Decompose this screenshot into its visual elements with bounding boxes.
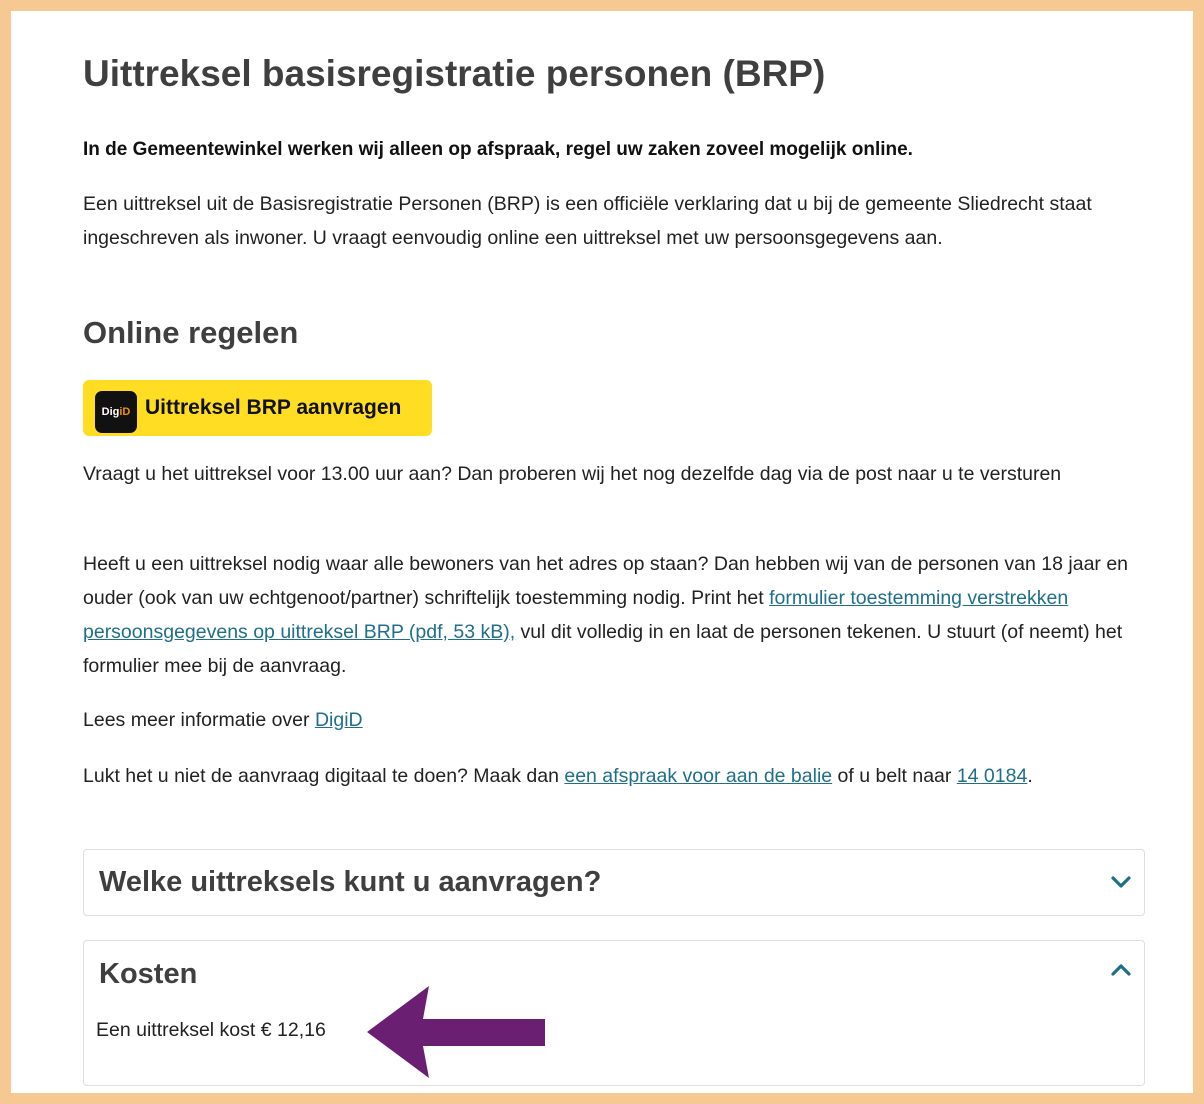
phone-link[interactable]: 14 0184 (957, 765, 1028, 787)
request-brp-button[interactable]: Dig iD Uittreksel BRP aanvragen (83, 380, 432, 436)
accordion-costs[interactable]: Kosten Een uittreksel kost € 12,16 (83, 940, 1145, 1086)
request-brp-button-label: Uittreksel BRP aanvragen (145, 396, 402, 419)
same-day-paragraph: Vraagt u het uittreksel voor 13.00 uur a… (83, 463, 1062, 485)
appointment-link[interactable]: een afspraak voor aan de balie (564, 765, 832, 787)
intro-paragraph: Een uittreksel uit de Basisregistratie P… (83, 193, 1092, 249)
page-frame: Uittreksel basisregistratie personen (BR… (11, 11, 1193, 1093)
chevron-down-icon[interactable] (1110, 875, 1132, 889)
chevron-up-icon[interactable] (1110, 963, 1132, 977)
accordion-title: Welke uittreksels kunt u aanvragen? (99, 866, 602, 898)
digid-logo-icon: Dig iD (95, 391, 137, 433)
page-title: Uittreksel basisregistratie personen (BR… (83, 53, 826, 94)
residents-paragraph: Heeft u een uittreksel nodig waar alle b… (83, 553, 1129, 677)
costs-text: Een uittreksel kost € 12,16 (96, 1019, 326, 1041)
help-paragraph: Lukt het u niet de aanvraag digitaal te … (83, 765, 1033, 787)
accordion-title: Kosten (99, 958, 198, 990)
digid-link[interactable]: DigiD (315, 709, 363, 731)
digid-info-paragraph: Lees meer informatie over DigiD (83, 709, 363, 731)
online-heading: Online regelen (83, 315, 299, 350)
appointment-notice: In de Gemeentewinkel werken wij alleen o… (83, 139, 913, 160)
annotation-arrow-icon (367, 986, 545, 1078)
accordion-which-extracts[interactable]: Welke uittreksels kunt u aanvragen? (83, 849, 1145, 916)
